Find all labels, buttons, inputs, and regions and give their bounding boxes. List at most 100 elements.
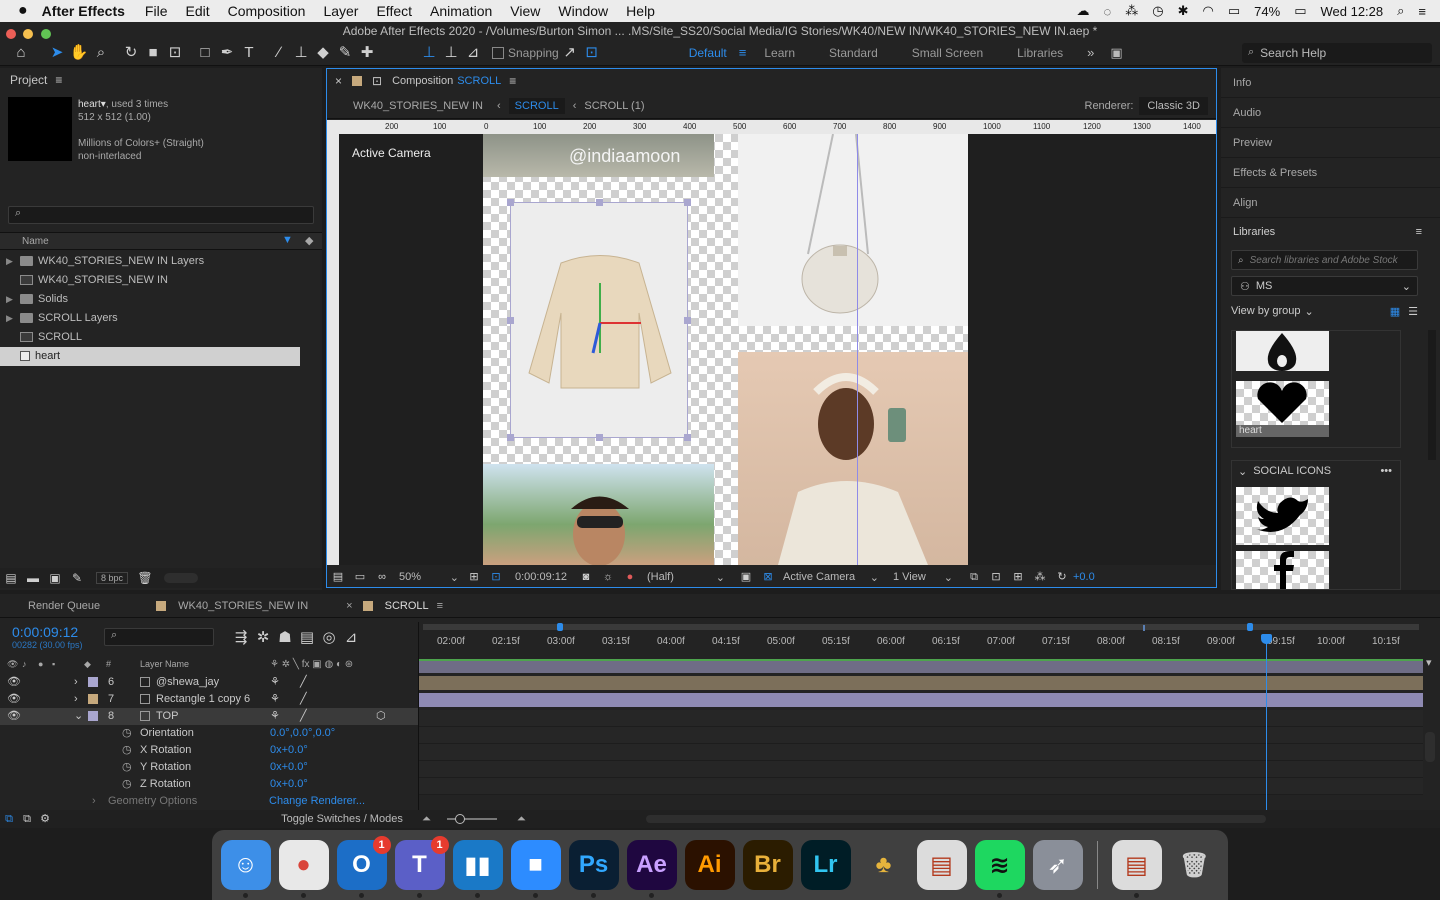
library-asset-drop[interactable] <box>1236 331 1329 371</box>
exposure-value[interactable]: +0.0 <box>1073 571 1095 583</box>
panel-toggle-icon[interactable]: ▣ <box>1110 45 1122 61</box>
dock-pineapple[interactable]: ♣ <box>859 840 909 890</box>
workspace-small-screen[interactable]: Small Screen <box>912 46 983 60</box>
expand-arrow-icon[interactable]: › <box>74 674 78 691</box>
workspace-learn[interactable]: Learn <box>764 46 795 60</box>
menu-edit[interactable]: Edit <box>185 3 209 19</box>
column-name[interactable]: Name <box>22 236 49 247</box>
toggle-pixel-icon[interactable]: ⧉ <box>963 566 985 588</box>
delete-icon[interactable]: 🗑 <box>134 567 156 589</box>
selection-tool-icon[interactable]: ➤ <box>46 42 68 64</box>
menu-animation[interactable]: Animation <box>430 3 492 19</box>
wifi-icon[interactable]: ◠ <box>1203 3 1214 19</box>
guide-line[interactable] <box>857 134 858 565</box>
video-switch-icon[interactable]: 👁 <box>7 656 18 673</box>
timeline-vertical-scrollbar[interactable]: ▾ <box>1422 652 1440 812</box>
libraries-title[interactable]: Libraries <box>1233 226 1275 238</box>
menu-app-name[interactable]: After Effects <box>42 3 125 19</box>
zoom-slider[interactable] <box>446 814 497 824</box>
motion-blur-icon[interactable]: ◎ <box>318 627 340 649</box>
eraser-tool-icon[interactable]: ◆ <box>312 42 334 64</box>
image-layer-blouse-selected[interactable] <box>507 199 691 441</box>
label-column-icon[interactable]: ◆ <box>305 234 313 247</box>
tab-scroll[interactable]: SCROLL <box>385 600 429 612</box>
local-axis-icon[interactable]: ⊥ <box>418 42 440 64</box>
list-view-icon[interactable]: ☰ <box>1408 305 1418 318</box>
eye-icon[interactable]: 👁 <box>7 708 21 725</box>
tab-render-queue[interactable]: Render Queue <box>28 600 100 612</box>
eye-icon[interactable]: 👁 <box>7 691 21 708</box>
camera-tool-icon[interactable]: ■ <box>142 42 164 64</box>
airplay-icon[interactable]: ▭ <box>1228 3 1240 19</box>
layer-switches-icon[interactable]: ⧉ <box>0 808 18 830</box>
quality-switch-icon[interactable]: ╱ <box>300 674 307 691</box>
spotlight-icon[interactable]: ⌕ <box>1397 3 1404 19</box>
library-asset-twitter[interactable] <box>1236 487 1329 545</box>
composition-viewer[interactable]: Active Camera @indiaamoon <box>339 134 1216 565</box>
transform-handle[interactable] <box>684 199 691 206</box>
network-icon[interactable]: ⁂ <box>1029 566 1051 588</box>
close-comp-icon[interactable]: × <box>335 69 342 93</box>
timeline-timecode[interactable]: 0:00:09:12 <box>12 624 83 640</box>
bluetooth-icon[interactable]: ✱ <box>1178 3 1189 19</box>
layer-name[interactable]: Rectangle 1 copy 6 <box>156 691 250 708</box>
layer-row-selected[interactable]: 👁 ⌄ 8 TOP ⚘ ╱ ⬡ <box>0 708 418 725</box>
project-search-input[interactable]: ⌕ <box>8 206 314 224</box>
dock-illustrator[interactable]: Ai <box>684 840 735 890</box>
layer-bar-selected[interactable] <box>419 693 1423 707</box>
more-options-icon[interactable]: ••• <box>1380 465 1392 477</box>
composition-menu-icon[interactable]: ≡ <box>509 69 516 93</box>
layer-bar[interactable] <box>419 659 1423 673</box>
label-color-swatch[interactable] <box>88 677 98 687</box>
minimize-window-button[interactable] <box>23 29 34 39</box>
pan-behind-tool-icon[interactable]: ⊡ <box>164 42 186 64</box>
fit-icon[interactable]: ⊞ <box>463 566 485 588</box>
menu-effect[interactable]: Effect <box>376 3 412 19</box>
workspace-default[interactable]: Default <box>689 46 727 60</box>
libraries-scrollbar[interactable] <box>1428 330 1436 460</box>
zoom-tool-icon[interactable]: ⌕ <box>90 42 112 64</box>
transform-handle[interactable] <box>596 434 603 441</box>
view-layout-select[interactable]: 1 View ⌄ <box>893 571 953 584</box>
layer-bar[interactable] <box>419 676 1423 690</box>
menu-view[interactable]: View <box>510 3 540 19</box>
collapse-arrow-icon[interactable]: ⌄ <box>74 708 83 725</box>
hand-tool-icon[interactable]: ✋ <box>68 42 90 64</box>
exposure-reset-icon[interactable]: ↻ <box>1051 566 1073 588</box>
property-value[interactable]: 0.0°,0.0°,0.0° <box>270 725 335 742</box>
frame-blending-icon[interactable]: ▤ <box>296 627 318 649</box>
stopwatch-icon[interactable]: ◷ <box>122 742 132 759</box>
layer-row[interactable]: 👁 › 7 Rectangle 1 copy 6 ⚘ ╱ <box>0 691 418 708</box>
timeline-scrollbar[interactable] <box>645 815 1266 823</box>
camera-view-select[interactable]: Active Camera ⌄ <box>783 571 879 584</box>
3d-layer-icon[interactable]: ⬡ <box>376 708 386 725</box>
snap-edges-icon[interactable]: ↗ <box>559 42 581 64</box>
layer-name[interactable]: @shewa_jay <box>156 674 219 691</box>
transform-handle[interactable] <box>684 434 691 441</box>
workspace-standard[interactable]: Standard <box>829 46 878 60</box>
property-row[interactable]: ◷ Z Rotation 0x+0.0° <box>0 776 418 793</box>
social-icons-header[interactable]: ⌄ SOCIAL ICONS ••• <box>1232 461 1400 481</box>
work-area-start[interactable] <box>557 623 563 631</box>
fast-previews-icon[interactable]: ▣ <box>735 566 757 588</box>
playhead[interactable] <box>1261 634 1272 810</box>
close-window-button[interactable] <box>6 29 16 39</box>
dock-bridge[interactable]: Br <box>742 840 793 890</box>
zoom-select[interactable]: 50% ⌄ <box>399 571 459 584</box>
puppet-tool-icon[interactable]: ✚ <box>356 42 378 64</box>
vertical-ruler[interactable] <box>327 134 339 565</box>
tab-wk40-stories[interactable]: WK40_STORIES_NEW IN <box>178 600 308 612</box>
dock-spotify[interactable]: ≋ <box>974 840 1025 898</box>
menu-composition[interactable]: Composition <box>228 3 306 19</box>
column-layer-name[interactable]: Layer Name <box>140 656 189 673</box>
resolution-select[interactable]: (Half) ⌄ <box>647 571 725 584</box>
grid-view-icon[interactable]: ▦ <box>1390 305 1400 318</box>
masks-icon[interactable]: ∞ <box>371 566 393 588</box>
property-row[interactable]: ◷ X Rotation 0x+0.0° <box>0 742 418 759</box>
comp-button-icon[interactable]: ▾ <box>1426 656 1432 669</box>
dock-lightroom[interactable]: Lr <box>800 840 851 890</box>
shy-switch-icon[interactable]: ⚘ <box>270 691 280 708</box>
dock-zoom[interactable]: ■ <box>510 840 561 898</box>
toggle-switches-modes[interactable]: Toggle Switches / Modes <box>268 813 416 825</box>
in-out-icon[interactable]: ⚙ <box>36 808 54 830</box>
